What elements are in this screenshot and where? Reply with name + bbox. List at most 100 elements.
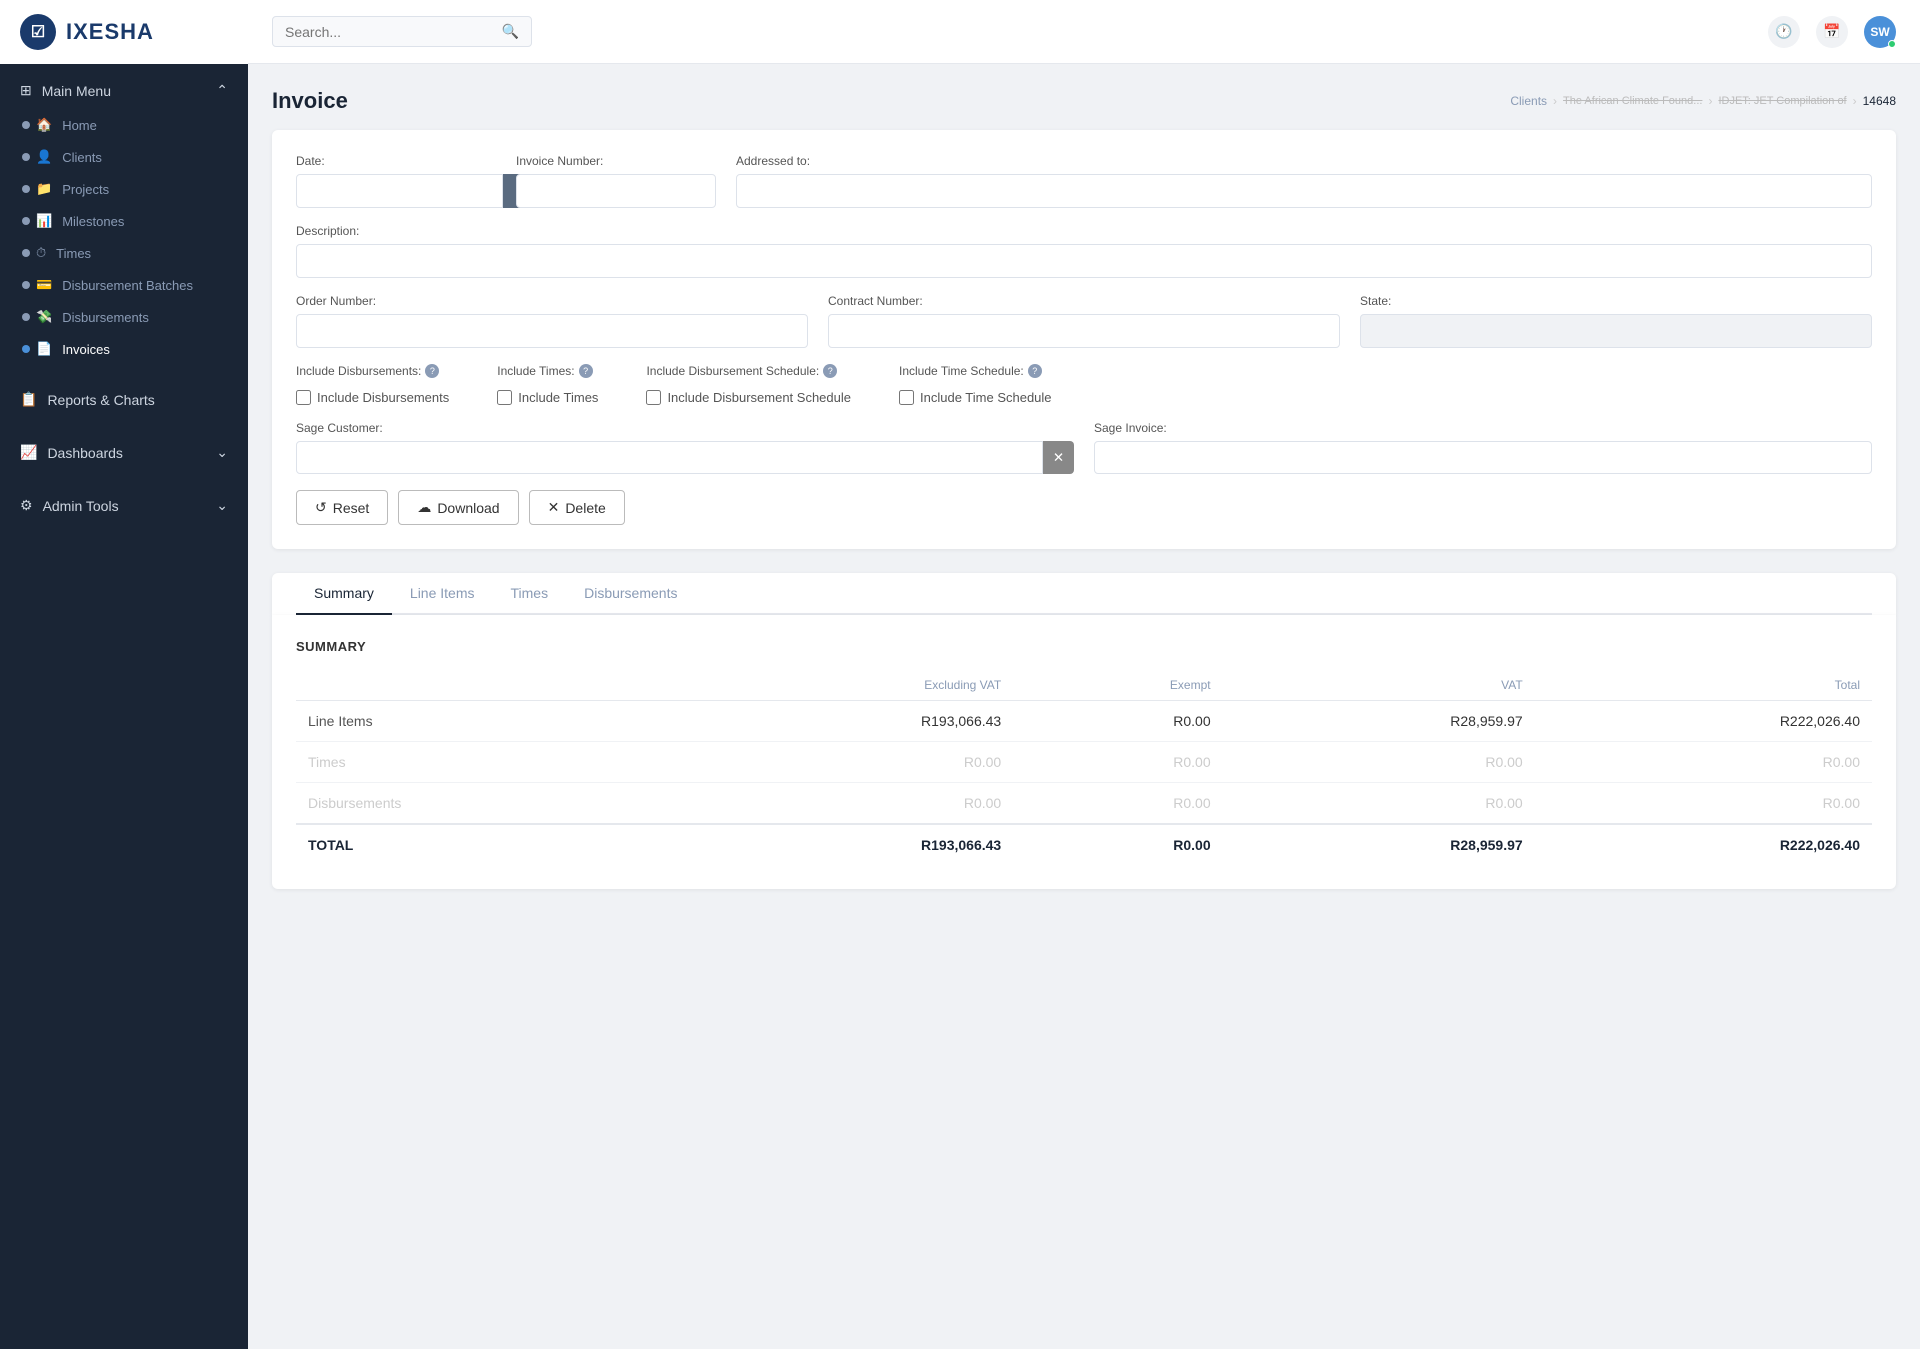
sidebar-item-disbursements-label: Disbursements bbox=[62, 310, 149, 325]
times-icon: ⏱ bbox=[36, 245, 46, 261]
dashboards-label: Dashboards bbox=[47, 445, 123, 461]
row-label-line-items: Line Items bbox=[296, 701, 676, 742]
sidebar-item-home-label: Home bbox=[62, 118, 97, 133]
dot-disbursements bbox=[22, 313, 30, 321]
sidebar-item-clients[interactable]: 👤 Clients bbox=[0, 141, 248, 173]
date-group: Date: 2024-08-21 📅 bbox=[296, 154, 496, 208]
dot-home bbox=[22, 121, 30, 129]
search-input[interactable] bbox=[285, 24, 502, 40]
dashboards-toggle[interactable]: 📈 Dashboards ⌄ bbox=[0, 434, 248, 471]
home-icon: 🏠 bbox=[36, 117, 52, 133]
include-disbursements-checkbox-label[interactable]: Include Disbursements bbox=[317, 390, 449, 405]
row-vat-line-items: R28,959.97 bbox=[1223, 701, 1535, 742]
user-initials: SW bbox=[1870, 25, 1889, 39]
delete-label: Delete bbox=[565, 500, 605, 516]
sidebar-item-milestones[interactable]: 📊 Milestones bbox=[0, 205, 248, 237]
contract-number-group: Contract Number: bbox=[828, 294, 1340, 348]
include-time-schedule-checkbox-label[interactable]: Include Time Schedule bbox=[920, 390, 1052, 405]
breadcrumb-clients[interactable]: Clients bbox=[1510, 94, 1547, 108]
tab-times[interactable]: Times bbox=[493, 573, 567, 615]
row-label-disbursements: Disbursements bbox=[296, 783, 676, 825]
sage-customer-clear-btn[interactable]: ✕ bbox=[1043, 441, 1074, 474]
include-time-schedule-group: Include Time Schedule: ? Include Time Sc… bbox=[899, 364, 1052, 405]
date-input[interactable]: 2024-08-21 bbox=[296, 174, 503, 208]
contract-number-input[interactable] bbox=[828, 314, 1340, 348]
breadcrumb-sep-3: › bbox=[1853, 94, 1857, 108]
checkbox-section: Include Disbursements: ? Include Disburs… bbox=[296, 364, 1872, 405]
include-times-checkbox[interactable] bbox=[497, 390, 512, 405]
page-title: Invoice bbox=[272, 88, 348, 114]
form-row-3: Order Number: Contract Number: State: Po… bbox=[296, 294, 1872, 348]
logo-text: IXESHA bbox=[66, 19, 154, 45]
dot-projects bbox=[22, 185, 30, 193]
chevron-down-icon-admin: ⌄ bbox=[216, 497, 228, 514]
state-input: Posted bbox=[1360, 314, 1872, 348]
include-time-schedule-checkbox[interactable] bbox=[899, 390, 914, 405]
disbursements-help-icon[interactable]: ? bbox=[425, 364, 439, 378]
row-excl-vat-times: R0.00 bbox=[676, 742, 1013, 783]
clock-icon-btn[interactable]: 🕐 bbox=[1768, 16, 1800, 48]
row-total-times: R0.00 bbox=[1535, 742, 1872, 783]
contract-number-label: Contract Number: bbox=[828, 294, 1340, 308]
sidebar-logo: ☑ IXESHA bbox=[0, 0, 248, 64]
disbursement-schedule-help-icon[interactable]: ? bbox=[823, 364, 837, 378]
sidebar-item-disbursement-batches-label: Disbursement Batches bbox=[62, 278, 193, 293]
include-disbursement-schedule-checkbox[interactable] bbox=[646, 390, 661, 405]
time-schedule-help-icon[interactable]: ? bbox=[1028, 364, 1042, 378]
search-icon[interactable]: 🔍 bbox=[502, 23, 519, 40]
calendar-icon-btn[interactable]: 📅 bbox=[1816, 16, 1848, 48]
reports-toggle[interactable]: 📋 Reports & Charts bbox=[0, 381, 248, 418]
reset-button[interactable]: ↺ Reset bbox=[296, 490, 388, 525]
sidebar-item-home[interactable]: 🏠 Home bbox=[0, 109, 248, 141]
summary-table: Excluding VAT Exempt VAT Total Line Item… bbox=[296, 670, 1872, 865]
sage-customer-input[interactable]: IDJET: The African Climate Foundation bbox=[296, 441, 1043, 474]
chevron-up-icon: ⌃ bbox=[216, 82, 228, 99]
admin-icon: ⚙ bbox=[20, 497, 33, 514]
breadcrumb-client[interactable]: The African Climate Found... bbox=[1563, 95, 1702, 107]
form-row-1: Date: 2024-08-21 📅 Invoice Number: 14648… bbox=[296, 154, 1872, 208]
order-number-input[interactable] bbox=[296, 314, 808, 348]
row-exempt-disbursements: R0.00 bbox=[1013, 783, 1222, 825]
logo-icon: ☑ bbox=[20, 14, 56, 50]
sidebar-item-disbursements[interactable]: 💸 Disbursements bbox=[0, 301, 248, 333]
invoice-number-group: Invoice Number: 14648 bbox=[516, 154, 716, 208]
sidebar-item-projects[interactable]: 📁 Projects bbox=[0, 173, 248, 205]
include-times-checkbox-label[interactable]: Include Times bbox=[518, 390, 598, 405]
breadcrumb-project[interactable]: IDJET: JET Compilation of bbox=[1718, 95, 1846, 107]
sidebar-item-invoices[interactable]: 📄 Invoices bbox=[0, 333, 248, 365]
sage-invoice-input[interactable]: 2469334552 bbox=[1094, 441, 1872, 474]
row-vat-times: R0.00 bbox=[1223, 742, 1535, 783]
invoice-number-input[interactable]: 14648 bbox=[516, 174, 716, 208]
times-help-icon[interactable]: ? bbox=[579, 364, 593, 378]
col-header-total: Total bbox=[1535, 670, 1872, 701]
search-box[interactable]: 🔍 bbox=[272, 16, 532, 47]
breadcrumb-current: 14648 bbox=[1863, 94, 1896, 108]
tab-summary[interactable]: Summary bbox=[296, 573, 392, 615]
main-menu-toggle[interactable]: ⊞ Main Menu ⌃ bbox=[0, 72, 248, 109]
sidebar-item-disbursement-batches[interactable]: 💳 Disbursement Batches bbox=[0, 269, 248, 301]
col-header-label bbox=[296, 670, 676, 701]
user-avatar[interactable]: SW bbox=[1864, 16, 1896, 48]
tab-line-items[interactable]: Line Items bbox=[392, 573, 493, 615]
addressed-to-input[interactable]: The African Climate Foundation bbox=[736, 174, 1872, 208]
sidebar-item-times-label: Times bbox=[56, 246, 91, 261]
admin-toggle[interactable]: ⚙ Admin Tools ⌄ bbox=[0, 487, 248, 524]
breadcrumb: Clients › The African Climate Found... ›… bbox=[1510, 94, 1896, 108]
sidebar-item-times[interactable]: ⏱ Times bbox=[0, 237, 248, 269]
include-disbursements-checkbox[interactable] bbox=[296, 390, 311, 405]
total-row-total: R222,026.40 bbox=[1535, 824, 1872, 865]
sage-customer-label: Sage Customer: bbox=[296, 421, 1074, 435]
disbursement-batches-icon: 💳 bbox=[36, 277, 52, 293]
download-icon: ☁ bbox=[417, 499, 431, 516]
include-disbursement-schedule-checkbox-label[interactable]: Include Disbursement Schedule bbox=[667, 390, 851, 405]
total-row-label: TOTAL bbox=[296, 824, 676, 865]
invoices-icon: 📄 bbox=[36, 341, 52, 357]
tab-disbursements[interactable]: Disbursements bbox=[566, 573, 695, 615]
main-menu-label: Main Menu bbox=[42, 83, 111, 99]
breadcrumb-bar: Invoice Clients › The African Climate Fo… bbox=[272, 88, 1896, 114]
delete-button[interactable]: ✕ Delete bbox=[529, 490, 625, 525]
download-button[interactable]: ☁ Download bbox=[398, 490, 518, 525]
description-input[interactable]: Acc # 2: Tranche 2 bbox=[296, 244, 1872, 278]
summary-card: SUMMARY Excluding VAT Exempt VAT Total bbox=[272, 615, 1896, 889]
milestones-icon: 📊 bbox=[36, 213, 52, 229]
